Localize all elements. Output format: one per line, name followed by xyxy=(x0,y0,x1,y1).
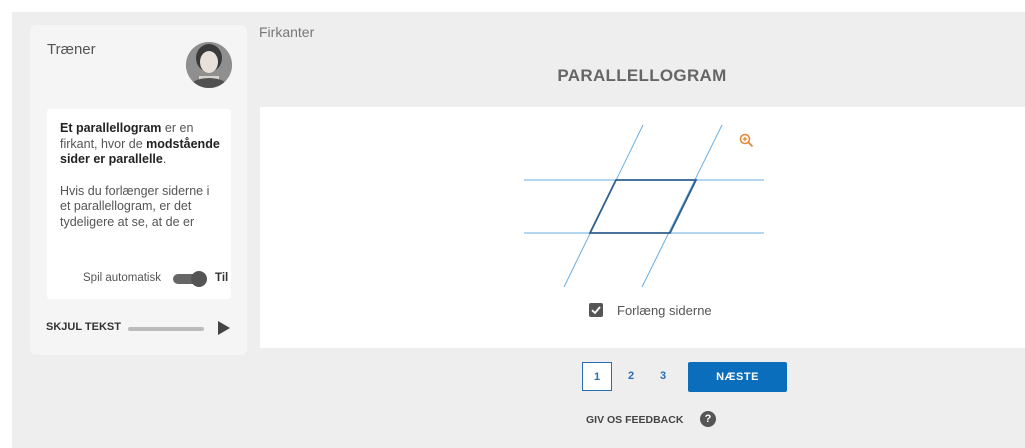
extension-line-right xyxy=(641,124,723,288)
page-2-button[interactable]: 2 xyxy=(616,362,646,391)
avatar xyxy=(186,42,232,88)
next-button[interactable]: NÆSTE xyxy=(688,362,787,392)
extend-sides-checkbox[interactable] xyxy=(589,303,603,317)
hide-text-label[interactable]: SKJUL TEKST xyxy=(46,321,121,333)
trainer-title: Træner xyxy=(47,41,96,58)
autoplay-state: Til xyxy=(215,272,229,284)
help-icon[interactable]: ? xyxy=(700,411,716,427)
feedback-label[interactable]: GIV OS FEEDBACK xyxy=(586,414,683,426)
trainer-text-span: . xyxy=(162,152,167,166)
check-icon xyxy=(591,306,601,315)
zoom-in-icon[interactable] xyxy=(738,132,756,150)
parallelogram-shape xyxy=(588,179,698,234)
trainer-text-box: Et parallellogram er en firkant, hvor de… xyxy=(47,109,231,299)
parallelogram-figure xyxy=(524,124,764,291)
page-title: PARALLELLOGRAM xyxy=(557,66,727,85)
trainer-card: Træner Et parallellogram er en firkant, … xyxy=(30,25,247,355)
trainer-text: Et parallellogram er en firkant, hvor de… xyxy=(47,121,231,255)
hide-text-control[interactable]: SKJUL TEKST xyxy=(46,320,236,338)
autoplay-label: Spil automatisk xyxy=(83,272,161,284)
exercise-panel: Forlæng siderne xyxy=(260,107,1025,348)
autoplay-row: Spil automatisk Til xyxy=(47,269,231,289)
page-1-button[interactable]: 1 xyxy=(582,362,612,391)
trainer-text-paragraph: Hvis du forlænger siderne i et parallell… xyxy=(60,183,210,229)
audio-progress-bar[interactable] xyxy=(128,327,204,331)
page-3-button[interactable]: 3 xyxy=(648,362,678,391)
extend-sides-label[interactable]: Forlæng siderne xyxy=(617,303,712,318)
play-icon[interactable] xyxy=(218,321,230,335)
breadcrumb: Firkanter xyxy=(259,24,315,40)
autoplay-toggle[interactable] xyxy=(173,271,207,287)
trainer-text-term: Et parallellogram xyxy=(60,121,162,135)
toggle-knob xyxy=(191,271,207,287)
